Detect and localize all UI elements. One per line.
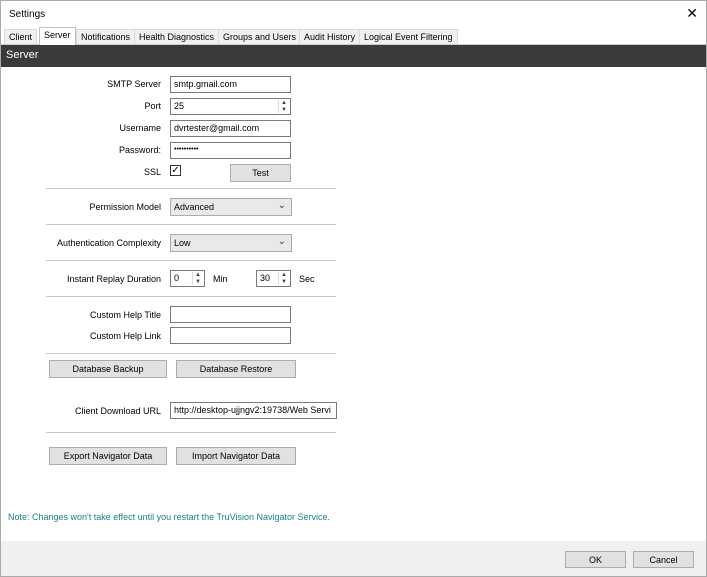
- custom-help-title-input[interactable]: [170, 306, 291, 323]
- separator: [46, 260, 336, 261]
- tab-health-diagnostics[interactable]: Health Diagnostics: [134, 29, 220, 44]
- tab-logical-event-filtering[interactable]: Logical Event Filtering: [359, 29, 458, 44]
- separator: [46, 224, 336, 225]
- username-input[interactable]: dvrtester@gmail.com: [170, 120, 291, 137]
- port-value: 25: [174, 101, 185, 111]
- ssl-checkbox[interactable]: ✓: [170, 165, 181, 176]
- custom-help-link-input[interactable]: [170, 327, 291, 344]
- replay-min-value: 0: [174, 273, 180, 283]
- spin-down-icon[interactable]: ▼: [193, 279, 203, 286]
- tab-audit-history[interactable]: Audit History: [299, 29, 361, 44]
- sec-unit-label: Sec: [299, 274, 315, 284]
- permission-model-label: Permission Model: [89, 202, 161, 212]
- tab-notifications[interactable]: Notifications: [76, 29, 136, 44]
- settings-window: Settings ✕ Client Server Notifications H…: [0, 0, 707, 577]
- auth-complexity-label: Authentication Complexity: [56, 238, 161, 248]
- permission-model-select[interactable]: Advanced ⌄: [170, 198, 292, 216]
- section-header: Server: [1, 45, 706, 67]
- dialog-footer: OK Cancel: [1, 541, 706, 576]
- auth-complexity-value: Low: [174, 238, 191, 248]
- test-button[interactable]: Test: [230, 164, 291, 182]
- smtp-server-input[interactable]: smtp.gmail.com: [170, 76, 291, 93]
- password-input[interactable]: ••••••••••: [170, 142, 291, 159]
- replay-sec-stepper[interactable]: 30 ▲ ▼: [256, 270, 291, 287]
- import-navigator-data-button[interactable]: Import Navigator Data: [176, 447, 296, 465]
- replay-sec-spinner[interactable]: ▲ ▼: [278, 272, 289, 285]
- ok-button[interactable]: OK: [565, 551, 626, 568]
- database-restore-button[interactable]: Database Restore: [176, 360, 296, 378]
- database-backup-button[interactable]: Database Backup: [49, 360, 167, 378]
- permission-model-value: Advanced: [174, 202, 215, 212]
- separator: [46, 353, 336, 354]
- ssl-label: SSL: [143, 167, 161, 177]
- custom-help-link-label: Custom Help Link: [89, 331, 161, 341]
- title-bar: Settings ✕: [1, 1, 706, 28]
- chevron-down-icon: ⌄: [277, 200, 286, 211]
- tab-client[interactable]: Client: [4, 29, 38, 44]
- custom-help-title-label: Custom Help Title: [89, 310, 161, 320]
- tab-server[interactable]: Server: [39, 27, 76, 45]
- auth-complexity-select[interactable]: Low ⌄: [170, 234, 292, 252]
- spin-down-icon[interactable]: ▼: [279, 107, 289, 114]
- tab-strip: Client Server Notifications Health Diagn…: [1, 27, 706, 45]
- min-unit-label: Min: [213, 274, 228, 284]
- cancel-button[interactable]: Cancel: [633, 551, 694, 568]
- separator: [46, 296, 336, 297]
- instant-replay-label: Instant Replay Duration: [66, 274, 161, 284]
- port-spinner[interactable]: ▲ ▼: [278, 100, 289, 113]
- smtp-server-label: SMTP Server: [107, 79, 161, 89]
- tab-groups-and-users[interactable]: Groups and Users: [218, 29, 302, 44]
- username-label: Username: [119, 123, 161, 133]
- chevron-down-icon: ⌄: [277, 236, 286, 247]
- client-download-url-input[interactable]: http://desktop-ujjngv2:19738/Web Servi: [170, 402, 337, 419]
- export-navigator-data-button[interactable]: Export Navigator Data: [49, 447, 167, 465]
- port-stepper[interactable]: 25 ▲ ▼: [170, 98, 291, 115]
- replay-min-spinner[interactable]: ▲ ▼: [192, 272, 203, 285]
- client-download-url-label: Client Download URL: [74, 406, 161, 416]
- port-label: Port: [144, 101, 161, 111]
- replay-sec-value: 30: [260, 273, 271, 283]
- server-settings-panel: Server SMTP Server smtp.gmail.com Port 2…: [1, 45, 706, 541]
- window-title: Settings: [9, 9, 46, 20]
- password-label: Password:: [118, 145, 161, 155]
- restart-note: Note: Changes won't take effect until yo…: [8, 512, 331, 522]
- separator: [46, 188, 336, 189]
- separator: [46, 432, 336, 433]
- replay-min-stepper[interactable]: 0 ▲ ▼: [170, 270, 205, 287]
- spin-down-icon[interactable]: ▼: [279, 279, 289, 286]
- close-icon[interactable]: ✕: [686, 6, 698, 20]
